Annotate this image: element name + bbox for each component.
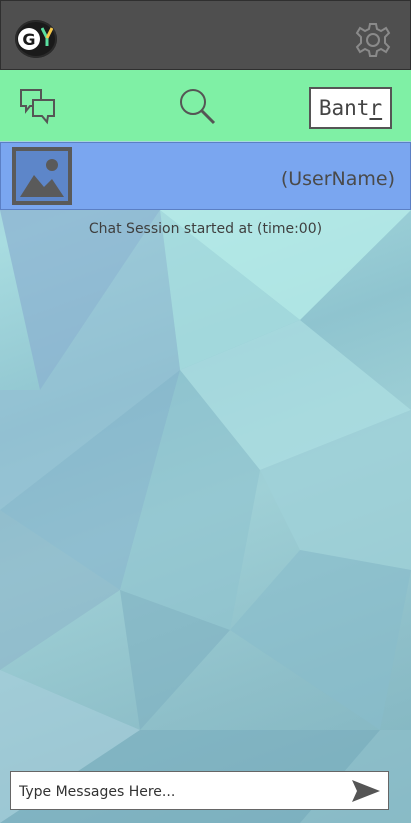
bantr-button[interactable]: Bant r: [309, 87, 392, 129]
brand-label-prefix: Bant: [318, 96, 370, 120]
chat-user-bar[interactable]: (UserName): [0, 142, 411, 210]
logo-leaf-icon: [41, 27, 53, 46]
message-input[interactable]: [17, 777, 341, 806]
chat-username: (UserName): [280, 168, 395, 190]
session-start-text: Chat Session started at (time:00): [88, 221, 323, 237]
chat-background: [0, 210, 411, 823]
search-icon[interactable]: [178, 87, 218, 127]
send-icon[interactable]: [350, 778, 382, 804]
app-header: G: [0, 0, 411, 70]
message-composer: [10, 771, 389, 810]
avatar[interactable]: [12, 147, 72, 205]
image-placeholder-icon: [16, 151, 68, 201]
brand-label-underlined: r: [369, 96, 383, 120]
chat-bubbles-icon[interactable]: [18, 87, 58, 125]
logo-letter: G: [18, 28, 40, 50]
app-logo[interactable]: G: [15, 20, 57, 58]
settings-gear-icon[interactable]: [354, 21, 392, 59]
nav-bar: Bant r: [0, 70, 411, 141]
